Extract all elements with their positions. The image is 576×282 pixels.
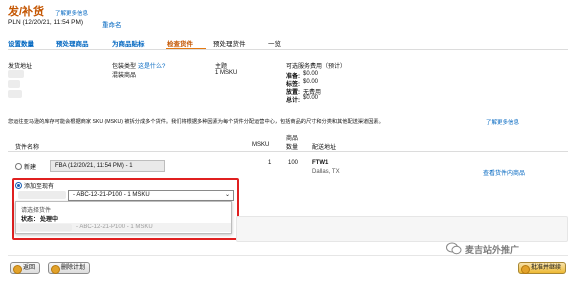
back-arrow-icon [13, 264, 22, 274]
watermark-text: 麦吉站外推广 [465, 245, 520, 255]
col-msku: MSKU [252, 142, 270, 148]
packing-type-help-link[interactable]: 这是什么? [138, 61, 165, 70]
tab-summary[interactable]: 一览 [268, 38, 281, 48]
new-shipment-name-input[interactable]: FBA (12/20/21, 11:54 PM) - 1 [50, 160, 165, 172]
row1-fc-city: Dallas, TX [312, 169, 340, 175]
existing-shipment-select[interactable]: - ABC-12-21-P100 - 1 MSKU ⌄ [68, 190, 234, 201]
radio-add-existing[interactable] [15, 182, 22, 189]
behind-row-panel [236, 216, 568, 242]
view-shipment-contents-link[interactable]: 查看货件内商品 [483, 168, 525, 177]
ship-from-label: 发货地址 [8, 64, 33, 70]
delete-plan-label: 删除计划 [61, 265, 86, 271]
dropdown-status-label: 状态： [21, 217, 40, 223]
fee-prep-value: $0.00 [303, 71, 319, 77]
fees-label: 可选服务费用（预计） [286, 64, 347, 70]
radio-add-existing-label: 添加至现有 [24, 184, 55, 190]
tab-set-quantity[interactable]: 设置数量 [8, 38, 34, 48]
tab-label-products[interactable]: 为商品贴标 [112, 38, 145, 48]
row1-msku: 1 [268, 160, 272, 166]
radio-new-shipment[interactable] [15, 163, 22, 170]
dropdown-hint: 请选择货件 [21, 208, 52, 214]
wechat-logo-icon [446, 242, 462, 255]
existing-shipment-dropdown: 请选择货件 状态： 处理中 - ABC-12-21-P100 - 1 MSKU [15, 201, 232, 234]
ship-from-address-redacted [8, 70, 24, 78]
tab-prepare-products[interactable]: 预处理商品 [56, 38, 89, 48]
table-header-divider [8, 151, 568, 152]
select-prefix-redacted [18, 191, 66, 199]
subject-label: 主题 [215, 64, 228, 70]
packing-type-label: 包装类型 [112, 64, 137, 70]
fee-label-value: $0.00 [303, 79, 319, 85]
plan-name: PLN (12/20/21, 11:54 PM) [8, 19, 84, 26]
chevron-down-icon: ⌄ [224, 192, 230, 198]
radio-new-label: 新建 [24, 165, 37, 171]
option-text: - ABC-12-21-P100 - 1 MSKU [76, 224, 153, 230]
forward-arrow-icon [521, 264, 530, 274]
footer-divider [8, 255, 568, 278]
back-button[interactable]: 返回 [10, 262, 41, 274]
fee-total-value: $0.00 [303, 95, 319, 101]
col-shipment-name: 货件名称 [15, 145, 40, 151]
approve-continue-label: 批准并继续 [531, 265, 562, 271]
row1-fc-code: FTW1 [312, 160, 329, 166]
delete-plan-button[interactable]: 删除计划 [48, 262, 91, 274]
page-title: 发/补货 [8, 6, 45, 18]
ship-from-address-redacted [8, 80, 20, 88]
split-notice: 您运往亚马逊的库存可能会根据商家 SKU (MSKU) 被拆分成多个货件。我们将… [8, 119, 384, 125]
fee-total-label: 总计: [286, 98, 300, 104]
tab-review-shipments[interactable]: 检查货件 [167, 38, 193, 48]
col-ship-to: 配送地址 [312, 145, 337, 151]
approve-continue-button[interactable]: 批准并继续 [518, 262, 567, 274]
row1-units: 100 [288, 160, 299, 166]
rename-link[interactable]: 重命名 [102, 19, 122, 29]
learn-more-link[interactable]: 了解更多信息 [55, 9, 88, 17]
subject-value: 1 MSKU [215, 70, 238, 76]
ship-from-address-redacted [8, 90, 22, 98]
dropdown-option-faded[interactable]: - ABC-12-21-P100 - 1 MSKU [16, 223, 231, 232]
tab-prepare-shipments[interactable]: 预处理货件 [213, 38, 246, 48]
back-button-label: 返回 [23, 265, 36, 271]
existing-shipment-select-value: - ABC-12-21-P100 - 1 MSKU [73, 192, 150, 198]
dropdown-status-value: 处理中 [40, 217, 59, 223]
split-notice-learn-more[interactable]: 了解更多信息 [486, 118, 519, 126]
packing-type-value: 混装商品 [112, 73, 137, 79]
col-units-line1: 商品 [286, 136, 299, 142]
radio-add-existing-dot [17, 184, 20, 187]
col-units-line2: 数量 [286, 145, 299, 151]
option-prefix-redacted [20, 224, 72, 231]
delete-icon [51, 264, 60, 274]
tabs-divider [8, 49, 568, 50]
